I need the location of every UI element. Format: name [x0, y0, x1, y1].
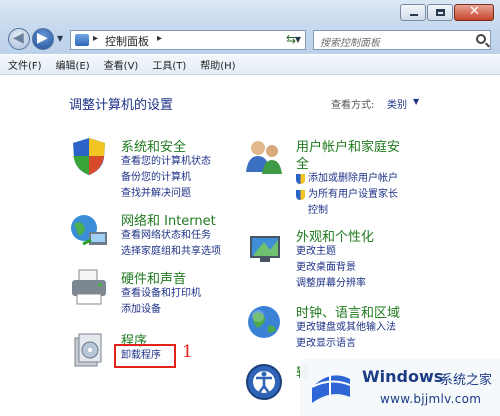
accessibility-icon	[246, 364, 282, 400]
category-title[interactable]: 外观和个性化	[296, 226, 374, 245]
link-screen-resolution[interactable]: 调整屏幕分辨率	[296, 276, 366, 292]
category-title-continued[interactable]: 全	[296, 153, 309, 172]
watermark-title: Windows	[362, 367, 444, 386]
category-title[interactable]: 网络和 Internet	[121, 210, 216, 229]
menu-help[interactable]: 帮助(H)	[200, 57, 235, 72]
address-bar[interactable]: ▸ 控制面板 ▸ ▼	[70, 30, 306, 50]
link-troubleshoot[interactable]: 查找并解决问题	[121, 186, 211, 202]
search-icon[interactable]	[476, 34, 486, 44]
programs-icon	[74, 333, 102, 367]
control-panel-icon	[75, 34, 89, 46]
view-by-dropdown[interactable]: 类别	[387, 96, 407, 111]
menu-tools[interactable]: 工具(T)	[152, 57, 186, 72]
link-parental-controls-continued[interactable]: 控制	[296, 203, 398, 219]
recent-pages-dropdown[interactable]: ▼	[57, 34, 63, 43]
maximize-icon	[436, 9, 445, 16]
link-add-remove-accounts[interactable]: 添加或删除用户帐户	[296, 171, 398, 187]
search-box[interactable]: 搜索控制面板	[313, 30, 491, 50]
link-change-display-language[interactable]: 更改显示语言	[296, 336, 396, 352]
category-title[interactable]: 用户帐户和家庭安	[296, 136, 400, 155]
watermark-url: www.bjjmlv.com	[380, 392, 482, 406]
link-change-background[interactable]: 更改桌面背景	[296, 260, 366, 276]
link-devices-printers[interactable]: 查看设备和打印机	[121, 286, 201, 302]
menu-edit[interactable]: 编辑(E)	[56, 57, 90, 72]
back-arrow-icon: ◀	[13, 30, 24, 46]
category-title[interactable]: 硬件和声音	[121, 268, 186, 287]
link-parental-controls[interactable]: 为所有用户设置家长	[296, 187, 398, 203]
navigation-bar: ◀ ▶ ▼ ▸ 控制面板 ▸ ▼ ⇆ 搜索控制面板	[0, 28, 500, 54]
users-icon	[246, 141, 282, 174]
forward-arrow-icon: ▶	[37, 30, 48, 46]
network-icon	[71, 215, 107, 246]
breadcrumb-separator[interactable]: ▸	[157, 33, 162, 44]
title-bar: ✕	[0, 0, 500, 28]
minimize-button[interactable]	[400, 4, 426, 21]
shield-icon	[73, 138, 105, 175]
watermark-subtitle: 系统之家	[440, 373, 493, 388]
page-title: 调整计算机的设置	[69, 98, 174, 113]
window-controls: ✕	[400, 4, 494, 21]
appearance-icon	[250, 236, 280, 262]
globe-icon	[248, 306, 280, 338]
view-by-chevron-icon[interactable]: ▼	[413, 97, 419, 106]
menu-view[interactable]: 查看(V)	[104, 57, 139, 72]
search-input[interactable]: 搜索控制面板	[320, 34, 380, 49]
watermark: Windows 系统之家 www.bjjmlv.com	[300, 359, 500, 416]
close-button[interactable]: ✕	[454, 4, 494, 21]
link-change-keyboard[interactable]: 更改键盘或其他输入法	[296, 320, 396, 336]
view-by-label: 查看方式:	[331, 100, 375, 111]
breadcrumb-separator[interactable]: ▸	[93, 33, 98, 44]
link-view-computer-status[interactable]: 查看您的计算机状态	[121, 154, 211, 170]
link-network-status[interactable]: 查看网络状态和任务	[121, 228, 221, 244]
menu-file[interactable]: 文件(F)	[8, 57, 42, 72]
highlight-box	[114, 344, 176, 368]
link-add-device[interactable]: 添加设备	[121, 302, 201, 318]
printer-icon	[72, 269, 106, 305]
maximize-button[interactable]	[427, 4, 453, 21]
close-icon: ✕	[469, 4, 480, 19]
breadcrumb-control-panel[interactable]: 控制面板	[105, 33, 149, 49]
minimize-icon	[410, 14, 418, 16]
forward-button[interactable]: ▶	[32, 28, 54, 50]
windows-logo-icon	[311, 373, 351, 403]
link-backup-computer[interactable]: 备份您的计算机	[121, 170, 211, 186]
refresh-icon[interactable]: ⇆	[286, 32, 304, 46]
link-homegroup-sharing[interactable]: 选择家庭组和共享选项	[121, 244, 221, 260]
category-title[interactable]: 系统和安全	[121, 136, 186, 155]
annotation-number: 1	[182, 342, 193, 362]
category-title[interactable]: 时钟、语言和区域	[296, 302, 400, 321]
menu-bar: 文件(F) 编辑(E) 查看(V) 工具(T) 帮助(H)	[0, 55, 500, 75]
back-button[interactable]: ◀	[8, 28, 30, 50]
link-change-theme[interactable]: 更改主题	[296, 244, 366, 260]
control-panel-content: 调整计算机的设置 查看方式: 类别 ▼ 系统和安全 查看您的计算机状态 备份您的…	[0, 76, 500, 416]
